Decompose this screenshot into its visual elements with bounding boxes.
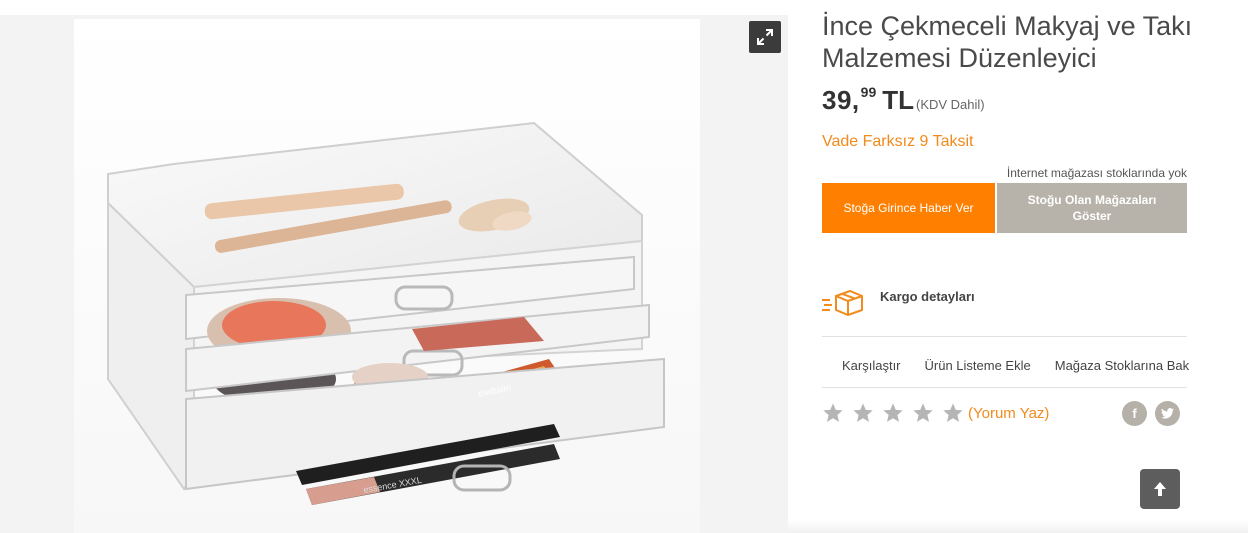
star-icon[interactable] xyxy=(882,402,904,424)
stock-note: İnternet mağazası stoklarında yok xyxy=(1006,166,1187,180)
facebook-share-button[interactable]: f xyxy=(1122,401,1147,426)
star-icon[interactable] xyxy=(822,402,844,424)
vat-note: (KDV Dahil) xyxy=(916,97,985,112)
cargo-box-icon xyxy=(822,289,863,316)
installment-text: Vade Farksız 9 Taksit xyxy=(822,133,974,150)
twitter-share-button[interactable] xyxy=(1155,401,1180,426)
divider-top xyxy=(822,336,1187,337)
star-icon[interactable] xyxy=(852,402,874,424)
expand-image-button[interactable] xyxy=(749,21,781,53)
arrow-up-icon xyxy=(1154,482,1166,496)
twitter-icon xyxy=(1161,408,1174,419)
bottom-shade xyxy=(788,520,1248,533)
notify-button-label: Stoğa Girince Haber Ver xyxy=(843,200,974,215)
facebook-icon: f xyxy=(1132,406,1137,421)
product-gallery: essence XXXL theBalm xyxy=(0,15,788,533)
compare-link[interactable]: Karşılaştır xyxy=(822,358,913,373)
price-currency: TL xyxy=(882,85,914,115)
stores-button-label: Stoğu Olan Mağazaları Göster xyxy=(1027,193,1157,223)
notify-when-in-stock-button[interactable]: Stoğa Girince Haber Ver xyxy=(822,183,995,233)
show-stores-with-stock-button[interactable]: Stoğu Olan Mağazaları Göster xyxy=(997,183,1187,233)
product-price: 39,99 TL (KDV Dahil) xyxy=(822,84,985,116)
divider-bottom xyxy=(822,387,1187,388)
product-title: İnce Çekmeceli Makyaj ve Takı Malzemesi … xyxy=(822,11,1193,73)
star-icon[interactable] xyxy=(942,402,964,424)
store-stock-link[interactable]: Mağaza Stoklarına Bak xyxy=(1043,358,1201,373)
product-actions: Karşılaştır Ürün Listeme Ekle Mağaza Sto… xyxy=(822,352,1189,378)
add-to-list-link[interactable]: Ürün Listeme Ekle xyxy=(913,358,1043,373)
cargo-details-label: Kargo detayları xyxy=(880,288,975,304)
cargo-details-link[interactable]: Kargo detayları xyxy=(822,288,975,316)
product-image[interactable]: essence XXXL theBalm xyxy=(74,19,700,533)
scroll-to-top-button[interactable] xyxy=(1140,469,1180,509)
rating-stars: (Yorum Yaz) xyxy=(822,402,1049,424)
expand-arrows-icon xyxy=(757,29,773,45)
write-review-link[interactable]: (Yorum Yaz) xyxy=(968,405,1049,422)
price-integer: 39, xyxy=(822,85,860,115)
star-icon[interactable] xyxy=(912,402,934,424)
price-decimal: 99 xyxy=(860,84,877,100)
